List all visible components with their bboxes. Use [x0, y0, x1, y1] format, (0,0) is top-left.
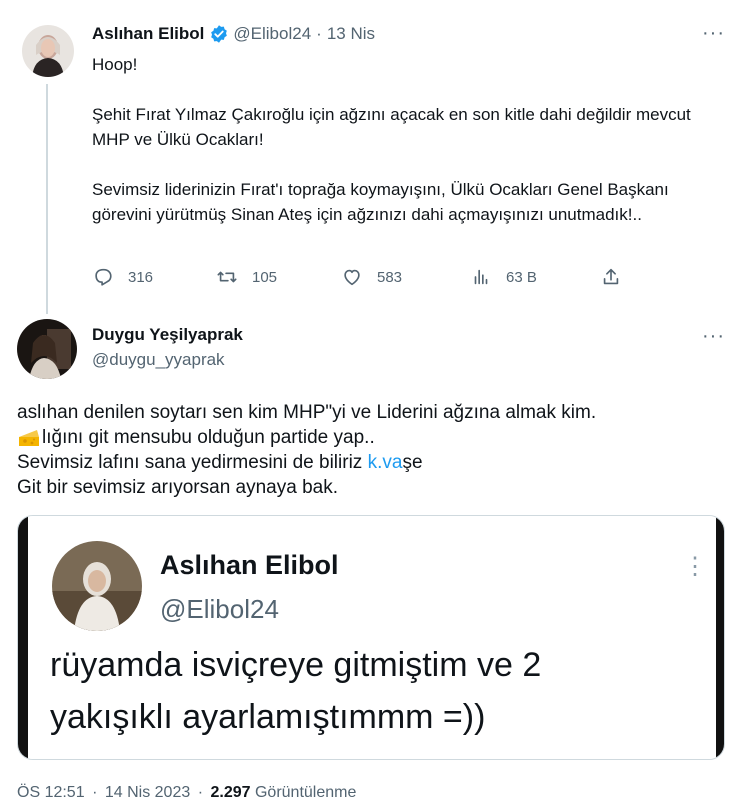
reply-icon [95, 268, 112, 286]
tweet-time[interactable]: ÖS 12:51 [17, 784, 85, 801]
separator-dot: · [316, 24, 322, 43]
card-author-name: Aslıhan Elibol [160, 550, 339, 580]
views-button[interactable]: 63 B [470, 266, 537, 288]
avatar-duygu[interactable] [17, 319, 77, 379]
tweet-paragraph: Hoop! [92, 55, 138, 74]
share-button[interactable] [600, 266, 622, 288]
tweet-meta: ÖS 12:51 · 14 Nis 2023 · 2.297 Görüntüle… [17, 784, 356, 802]
share-icon [603, 268, 619, 285]
more-options-icon[interactable]: ··· [702, 325, 725, 348]
reply-author-name[interactable]: Duygu Yeşilyaprak [92, 325, 243, 345]
separator-dot: · [92, 784, 98, 801]
tweet-paragraph: Sevimsiz liderinizin Fırat'ı toprağa koy… [92, 180, 669, 224]
reply-line: aslıhan denilen soytarı sen kim MHP"yi v… [17, 402, 597, 423]
retweet-icon [217, 271, 237, 283]
thread-line [46, 84, 48, 314]
card-more-icon: ⋮ [683, 553, 707, 580]
retweet-button[interactable]: 105 [216, 266, 277, 288]
verified-badge-icon [209, 24, 229, 44]
reply-author-handle[interactable]: @duygu_yyaprak [92, 350, 225, 370]
cheese-emoji-icon [17, 427, 41, 449]
author-name[interactable]: Aslıhan Elibol [92, 24, 204, 44]
author-handle[interactable]: @Elibol24 [233, 24, 311, 44]
tweet-paragraph: Şehit Fırat Yılmaz Çakıroğlu için ağzını… [92, 105, 691, 149]
separator-dot: · [197, 784, 204, 801]
views-label: Görüntülenme [254, 784, 357, 801]
reply-line: Git bir sevimsiz arıyorsan aynaya bak. [17, 477, 339, 498]
image-content: Aslıhan Elibol @Elibol24 ⋮ rüyamda isviç… [28, 516, 716, 759]
card-text-line: yakışıklı ayarlamıştımmm =)) [50, 698, 486, 736]
reply-line-text: Sevimsiz lafını sana yedirmesini de bili… [17, 452, 368, 473]
inline-link[interactable]: k.va [368, 452, 403, 473]
reply-line-text: lığını git mensubu olduğun partide yap.. [42, 427, 375, 448]
views-count: 63 B [506, 268, 537, 286]
card-text-line: rüyamda isviçreye gitmiştim ve 2 [50, 646, 542, 684]
reply-line: lığını git mensubu olduğun partide yap.. [17, 425, 717, 450]
reply-button[interactable]: 316 [92, 266, 153, 288]
tweet-date[interactable]: 14 Nis 2023 [105, 784, 190, 801]
reply-body: aslıhan denilen soytarı sen kim MHP"yi v… [17, 400, 717, 500]
reply-line-text: şe [402, 452, 423, 473]
avatar-aslihan[interactable] [22, 25, 74, 77]
analytics-icon [474, 269, 488, 285]
image-edge [716, 516, 724, 759]
tweet-header: Aslıhan Elibol @Elibol24 · 13 Nis [92, 24, 375, 44]
reply-count: 316 [128, 268, 154, 286]
card-author-handle: @Elibol24 [160, 594, 279, 624]
attached-image[interactable]: Aslıhan Elibol @Elibol24 ⋮ rüyamda isviç… [17, 515, 725, 760]
views-count: 2.297 [210, 784, 251, 801]
tweet-date[interactable]: 13 Nis [327, 24, 375, 44]
more-options-icon[interactable]: ··· [702, 22, 725, 45]
retweet-count: 105 [252, 268, 278, 286]
like-button[interactable]: 583 [341, 266, 402, 288]
image-edge [18, 516, 28, 759]
heart-icon [344, 269, 360, 286]
like-count: 583 [377, 268, 403, 286]
tweet-body: Hoop! Şehit Fırat Yılmaz Çakıroğlu için … [92, 52, 692, 227]
reply-line: Sevimsiz lafını sana yedirmesini de bili… [17, 450, 717, 475]
card-avatar [52, 541, 142, 631]
